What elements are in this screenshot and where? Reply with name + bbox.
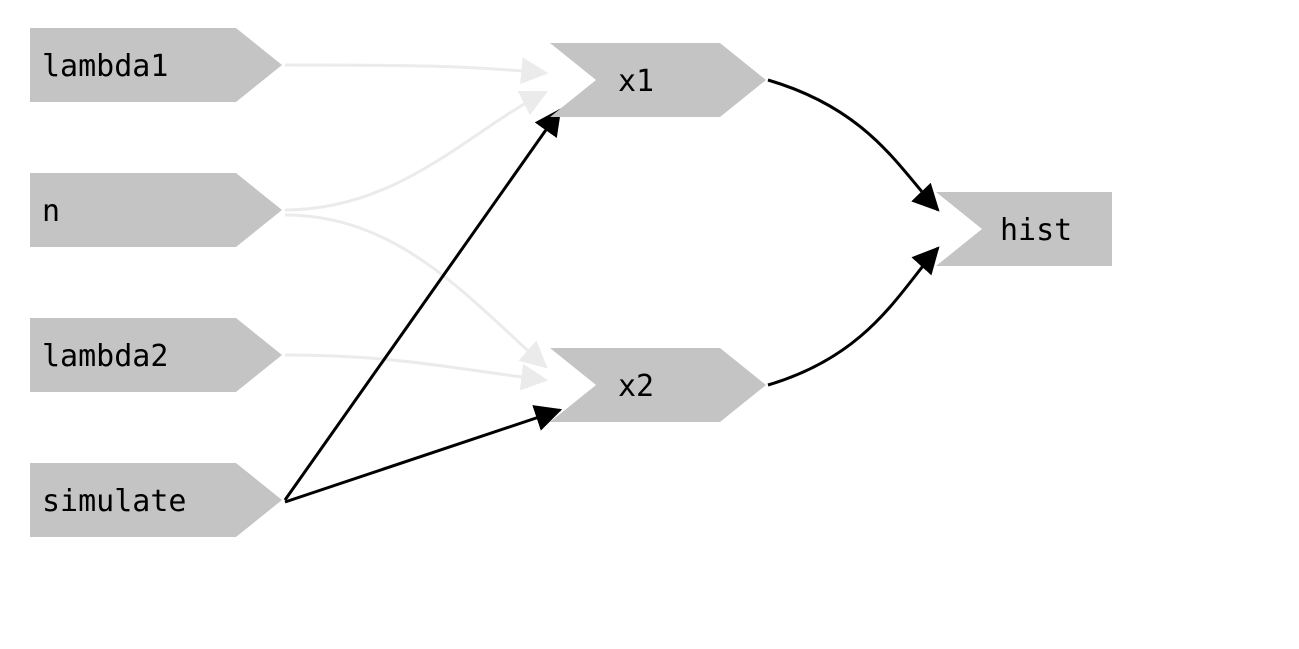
node-n-label: n — [42, 194, 60, 229]
edge-x2-hist — [768, 248, 938, 385]
node-lambda2-label: lambda2 — [42, 339, 168, 374]
node-x2-label: x2 — [618, 369, 654, 404]
node-hist: hist — [936, 192, 1112, 266]
node-lambda1: lambda1 — [30, 28, 282, 102]
node-lambda2: lambda2 — [30, 318, 282, 392]
nodes: lambda1 n lambda2 simulate x1 x2 hist — [30, 28, 1112, 537]
edges — [285, 65, 938, 502]
reactive-graph: lambda1 n lambda2 simulate x1 x2 hist — [0, 0, 1299, 649]
edge-n-x1 — [285, 92, 546, 210]
node-x1: x1 — [550, 43, 766, 117]
edge-x1-hist — [768, 80, 938, 210]
edge-simulate-x2 — [285, 410, 560, 502]
node-simulate: simulate — [30, 463, 282, 537]
node-lambda1-label: lambda1 — [42, 49, 168, 84]
edge-n-x2 — [285, 215, 546, 367]
node-simulate-label: simulate — [42, 484, 187, 519]
edge-lambda2-x2 — [285, 355, 546, 380]
node-x1-label: x1 — [618, 64, 654, 99]
node-n: n — [30, 173, 282, 247]
edge-lambda1-x1 — [285, 65, 546, 73]
node-x2: x2 — [550, 348, 766, 422]
node-hist-label: hist — [1000, 213, 1072, 248]
